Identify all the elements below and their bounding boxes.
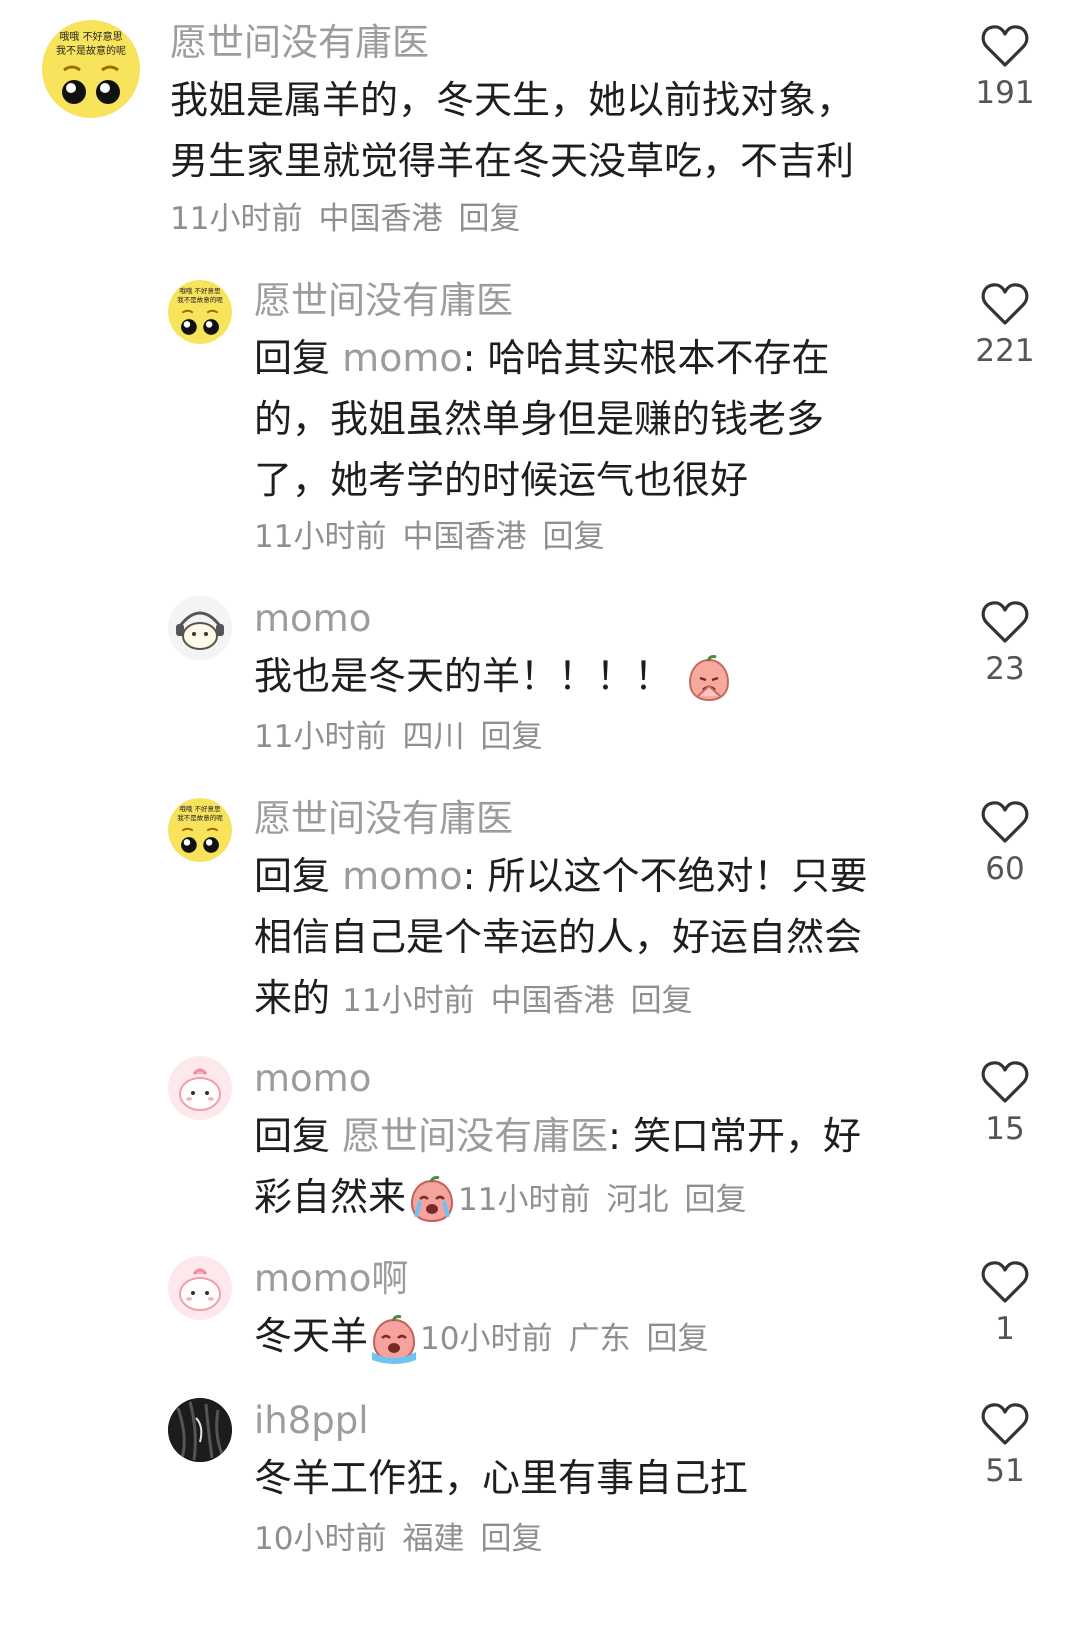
heart-icon[interactable] [981,600,1029,644]
like-count: 191 [975,75,1035,111]
comment-meta: 11小时前 中国香港 回复 [342,983,708,1019]
reply-target[interactable]: 愿世间没有庸医 [342,1114,608,1158]
like-button[interactable]: 1 [960,1260,1050,1345]
heart-icon[interactable] [981,1402,1029,1446]
reply-prefix: 回复 [254,1114,331,1158]
like-button[interactable]: 60 [960,800,1050,885]
like-count: 51 [985,1453,1025,1489]
peach-praying-emoji-icon [689,654,730,701]
comment-author[interactable]: 愿世间没有庸医 [254,282,513,319]
reply-button[interactable]: 回复 [542,519,604,555]
avatar[interactable] [168,1398,232,1462]
comment-text: 冬天羊 10小时前 广东 回复 [254,1306,934,1370]
comment-meta: 11小时前 中国香港 回复 [170,204,536,235]
reply-prefix: 回复 [254,854,331,898]
reply-button[interactable]: 回复 [480,1521,542,1557]
heart-icon[interactable] [981,1060,1029,1104]
avatar[interactable]: 哦哦 不好意思 我不是故意的呢 [168,280,232,344]
avatar-text-1: 哦哦 不好意思 [179,804,221,813]
comment-author[interactable]: 愿世间没有庸医 [254,800,513,837]
comment-location: 河北 [606,1182,669,1218]
comment-location: 中国香港 [318,201,443,237]
reply-button[interactable]: 回复 [684,1182,746,1218]
comment-text-body: 我也是冬天的羊！！！！ [254,654,673,698]
avatar[interactable] [168,1256,232,1320]
like-button[interactable]: 51 [960,1402,1050,1487]
comment-text-body: 冬天羊 [254,1314,369,1358]
comment-time: 10小时前 [254,1521,387,1557]
comment-location: 四川 [402,719,465,755]
like-count: 1 [995,1311,1015,1347]
comment-author[interactable]: momo啊 [254,1260,408,1297]
reply-target[interactable]: momo [342,854,463,898]
comment-author[interactable]: ih8ppl [254,1402,369,1439]
avatar-text-1: 哦哦 不好意思 [59,30,122,43]
pink-blob-icon [168,1056,232,1120]
peach-crying-emoji-icon [372,1314,417,1364]
comment-time: 11小时前 [170,201,303,237]
comment-text: 我也是冬天的羊！！！！ [254,646,934,707]
comment-author[interactable]: momo [254,1060,371,1097]
comment-meta: 10小时前 广东 回复 [420,1321,724,1357]
comment-meta: 11小时前 四川 回复 [254,722,558,753]
comment-meta: 11小时前 河北 回复 [458,1182,762,1218]
comment-location: 中国香港 [402,519,527,555]
heart-icon[interactable] [981,800,1029,844]
comment-text: 回复 愿世间没有庸医: 笑口常开，好彩自然来 11小时前 河北 回复 [254,1106,864,1231]
comment-text: 回复 momo: 所以这个不绝对！只要相信自己是个幸运的人，好运自然会来的 11… [254,846,894,1032]
emoji-face-icon: 哦哦 不好意思 我不是故意的呢 [42,20,140,118]
emoji-face-icon: 哦哦 不好意思 我不是故意的呢 [168,798,232,862]
avatar-text-2: 我不是故意的呢 [177,813,223,822]
like-count: 23 [985,651,1025,687]
reply-prefix: 回复 [254,336,331,380]
comment-time: 11小时前 [254,719,387,755]
comment-location: 中国香港 [490,983,615,1019]
comment-text: 我姐是属羊的，冬天生，她以前找对象，男生家里就觉得羊在冬天没草吃，不吉利 [170,78,855,183]
avatar[interactable]: 哦哦 不好意思 我不是故意的呢 [42,20,140,118]
cat-headphones-icon [168,596,232,660]
like-count: 60 [985,851,1025,887]
avatar[interactable]: 哦哦 不好意思 我不是故意的呢 [168,798,232,862]
comment-location: 福建 [402,1521,465,1557]
peach-crying-emoji-icon [411,1175,454,1222]
comment-meta: 10小时前 福建 回复 [254,1524,558,1555]
comment-time: 11小时前 [254,519,387,555]
comment-time: 11小时前 [458,1182,591,1218]
comment-meta: 11小时前 中国香港 回复 [254,522,620,553]
like-button[interactable]: 23 [960,600,1050,685]
reply-button[interactable]: 回复 [631,983,693,1019]
pink-blob-icon [168,1256,232,1320]
like-button[interactable]: 221 [960,282,1050,367]
avatar[interactable] [168,596,232,660]
heart-icon[interactable] [981,282,1029,326]
reply-button[interactable]: 回复 [646,1321,708,1357]
comment-location: 广东 [568,1321,631,1357]
reply-button[interactable]: 回复 [480,719,542,755]
heart-icon[interactable] [981,1260,1029,1304]
dark-hair-photo-icon [168,1398,232,1462]
avatar[interactable] [168,1056,232,1120]
reply-target[interactable]: momo [342,336,463,380]
avatar-text-2: 我不是故意的呢 [56,44,126,57]
avatar-text-1: 哦哦 不好意思 [179,286,221,295]
avatar-text-2: 我不是故意的呢 [177,295,223,304]
comment-author[interactable]: 愿世间没有庸医 [170,24,429,61]
comment-text: 回复 momo: 哈哈其实根本不存在的，我姐虽然单身但是赚的钱老多了，她考学的时… [254,328,864,511]
like-button[interactable]: 191 [960,24,1050,109]
like-button[interactable]: 15 [960,1060,1050,1145]
comment-time: 10小时前 [420,1321,553,1357]
comment-time: 11小时前 [342,983,475,1019]
comment-text: 冬羊工作狂，心里有事自己扛 [254,1456,749,1500]
like-count: 15 [985,1111,1025,1147]
emoji-face-icon: 哦哦 不好意思 我不是故意的呢 [168,280,232,344]
comment-author[interactable]: momo [254,600,371,637]
reply-button[interactable]: 回复 [458,201,520,237]
heart-icon[interactable] [981,24,1029,68]
like-count: 221 [975,333,1035,369]
comment-text-body: : 哈哈其实根本不存在的，我姐虽然单身但是赚的钱老多了，她考学的时候运气也很好 [254,336,830,502]
